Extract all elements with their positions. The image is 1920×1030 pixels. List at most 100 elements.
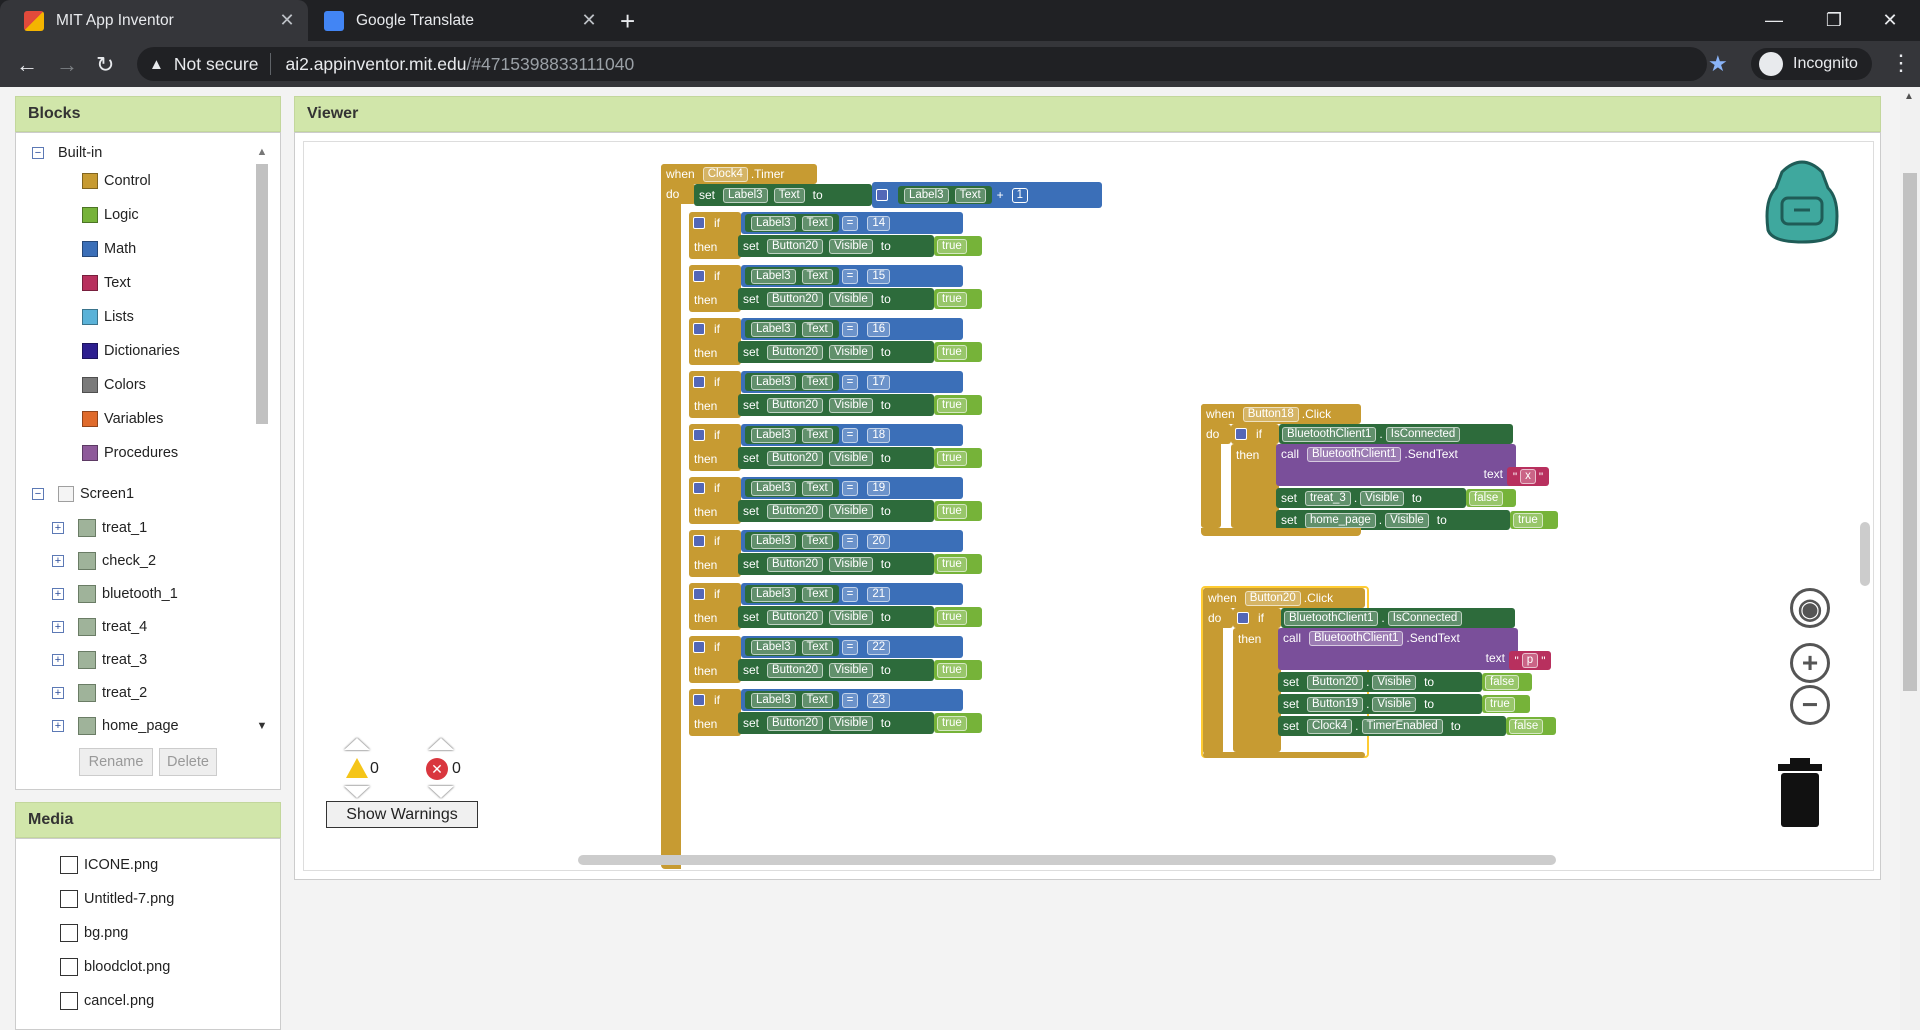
- page-scroll-thumb[interactable]: [1903, 173, 1917, 691]
- set-button20-visible[interactable]: set Button20 Visible to: [738, 235, 934, 257]
- compare-number[interactable]: 14: [867, 215, 891, 231]
- warnings-up-arrow-icon[interactable]: [344, 738, 370, 750]
- component-treat_3[interactable]: + treat_3: [52, 651, 147, 669]
- visible-dropdown[interactable]: Visible: [1372, 674, 1417, 690]
- true-literal[interactable]: true: [934, 713, 982, 733]
- timer-event-spine[interactable]: [661, 164, 681, 869]
- text-prop-dropdown[interactable]: Text: [801, 586, 833, 602]
- label3-dropdown[interactable]: Label3: [751, 268, 796, 284]
- mutator-gear-icon[interactable]: [693, 482, 705, 494]
- visible-dropdown[interactable]: Visible: [829, 450, 873, 466]
- if-then-block[interactable]: if then: [689, 265, 741, 312]
- bool-dropdown[interactable]: true: [937, 238, 967, 254]
- scroll-down-icon[interactable]: ▼: [254, 720, 270, 736]
- true-literal[interactable]: true: [934, 448, 982, 468]
- warnings-down-arrow-icon[interactable]: [344, 786, 370, 798]
- component-check_2[interactable]: + check_2: [52, 552, 156, 570]
- label3-text-getter[interactable]: Label3 Text: [745, 532, 839, 550]
- label3-text-getter[interactable]: Label3 Text: [745, 267, 839, 285]
- builtin-category-lists[interactable]: Lists: [82, 309, 134, 325]
- text-prop-dropdown[interactable]: Text: [801, 374, 833, 390]
- b20-text-literal[interactable]: " p ": [1509, 651, 1551, 670]
- label3-dropdown[interactable]: Label3: [751, 215, 796, 231]
- expand-icon[interactable]: +: [52, 522, 64, 534]
- bool-dropdown[interactable]: true: [937, 291, 967, 307]
- compare-number[interactable]: 21: [867, 586, 891, 602]
- text-prop-dropdown[interactable]: Text: [801, 268, 833, 284]
- builtin-category-variables[interactable]: Variables: [82, 411, 163, 427]
- media-file[interactable]: cancel.png: [60, 992, 154, 1010]
- media-file[interactable]: ICONE.png: [60, 856, 158, 874]
- tree-builtin[interactable]: − Built-in: [32, 145, 102, 161]
- button20-dropdown[interactable]: Button20: [767, 344, 824, 360]
- label3-dropdown[interactable]: Label3: [751, 639, 796, 655]
- text-prop-dropdown[interactable]: Text: [801, 533, 833, 549]
- homepage-dropdown[interactable]: home_page: [1305, 512, 1376, 528]
- b20-sendtext-call[interactable]: call BluetoothClient1 .SendText text: [1278, 628, 1518, 670]
- builtin-category-math[interactable]: Math: [82, 241, 136, 257]
- bool-dropdown[interactable]: true: [1485, 696, 1515, 712]
- set-button20-visible[interactable]: set Button20 Visible to: [738, 447, 934, 469]
- bool-dropdown[interactable]: true: [937, 715, 967, 731]
- if-then-block[interactable]: if then: [689, 318, 741, 365]
- bool-dropdown[interactable]: false: [1469, 490, 1504, 506]
- mutator-gear-icon[interactable]: [693, 429, 705, 441]
- security-label[interactable]: Not secure: [174, 54, 259, 75]
- button20-dropdown[interactable]: Button20: [767, 556, 824, 572]
- number-one[interactable]: 1: [1011, 187, 1029, 203]
- button20-dropdown[interactable]: Button20: [1307, 674, 1364, 690]
- button20-dropdown[interactable]: Button20: [1244, 590, 1301, 606]
- label3-text-getter[interactable]: Label3 Text: [898, 186, 992, 204]
- menu-kebab-icon[interactable]: ⋮: [1890, 50, 1912, 76]
- text-literal-value[interactable]: p: [1521, 653, 1539, 668]
- false-literal[interactable]: false: [1466, 489, 1516, 507]
- mutator-gear-icon[interactable]: [693, 588, 705, 600]
- button20-dropdown[interactable]: Button20: [767, 715, 824, 731]
- restore-icon[interactable]: ❐: [1804, 0, 1864, 41]
- set-button20-visible[interactable]: set Button20 Visible to: [738, 712, 934, 734]
- true-literal[interactable]: true: [934, 554, 982, 574]
- reload-icon[interactable]: ↻: [96, 52, 114, 78]
- isconnected-dropdown[interactable]: IsConnected: [1385, 426, 1461, 442]
- component-bluetooth_1[interactable]: + bluetooth_1: [52, 585, 178, 603]
- compare-number[interactable]: 18: [867, 427, 891, 443]
- expand-icon[interactable]: +: [52, 555, 64, 567]
- builtin-category-logic[interactable]: Logic: [82, 207, 139, 223]
- compare-block[interactable]: Label3 Text = 17: [741, 371, 963, 393]
- bool-dropdown[interactable]: true: [937, 503, 967, 519]
- bool-dropdown[interactable]: true: [937, 662, 967, 678]
- label3-text-getter[interactable]: Label3 Text: [745, 585, 839, 603]
- button20-dropdown[interactable]: Button20: [767, 450, 824, 466]
- equals-dropdown[interactable]: =: [841, 586, 859, 602]
- tab-mit-app-inventor[interactable]: MIT App Inventor ✕: [0, 0, 308, 41]
- component-treat_2[interactable]: + treat_2: [52, 684, 147, 702]
- button18-dropdown[interactable]: Button18: [1242, 406, 1299, 422]
- compare-number[interactable]: 23: [867, 692, 891, 708]
- compare-block[interactable]: Label3 Text = 16: [741, 318, 963, 340]
- button20-dropdown[interactable]: Button20: [767, 397, 824, 413]
- zoom-in-icon[interactable]: +: [1790, 643, 1830, 683]
- label3-text-getter[interactable]: Label3 Text: [745, 214, 839, 232]
- close-window-icon[interactable]: ✕: [1860, 0, 1920, 41]
- b18-isconnected-getter[interactable]: BluetoothClient1 . IsConnected: [1279, 424, 1513, 444]
- add-block[interactable]: Label3 Text + 1: [872, 182, 1102, 208]
- errors-down-arrow-icon[interactable]: [428, 786, 454, 798]
- bool-dropdown[interactable]: true: [937, 556, 967, 572]
- visible-dropdown[interactable]: Visible: [829, 291, 873, 307]
- text-prop-dropdown[interactable]: Text: [801, 321, 833, 337]
- bool-dropdown[interactable]: false: [1509, 718, 1544, 734]
- compare-block[interactable]: Label3 Text = 23: [741, 689, 963, 711]
- compare-block[interactable]: Label3 Text = 19: [741, 477, 963, 499]
- visible-dropdown[interactable]: Visible: [829, 556, 873, 572]
- isconnected-dropdown[interactable]: IsConnected: [1387, 610, 1463, 626]
- b20-isconnected-getter[interactable]: BluetoothClient1 . IsConnected: [1281, 608, 1515, 628]
- scroll-up-icon[interactable]: ▲: [254, 146, 270, 162]
- button20-dropdown[interactable]: Button20: [767, 238, 824, 254]
- component-home_page[interactable]: + home_page: [52, 717, 179, 735]
- bool-dropdown[interactable]: true: [937, 609, 967, 625]
- b18-event-header[interactable]: when Button18 .Click: [1201, 404, 1361, 424]
- set-clock4-timerenabled[interactable]: set Clock4. TimerEnabled to: [1278, 716, 1506, 736]
- if-then-block[interactable]: if then: [689, 424, 741, 471]
- true-literal[interactable]: true: [934, 660, 982, 680]
- timer-event-header[interactable]: when Clock4 .Timer: [661, 164, 817, 184]
